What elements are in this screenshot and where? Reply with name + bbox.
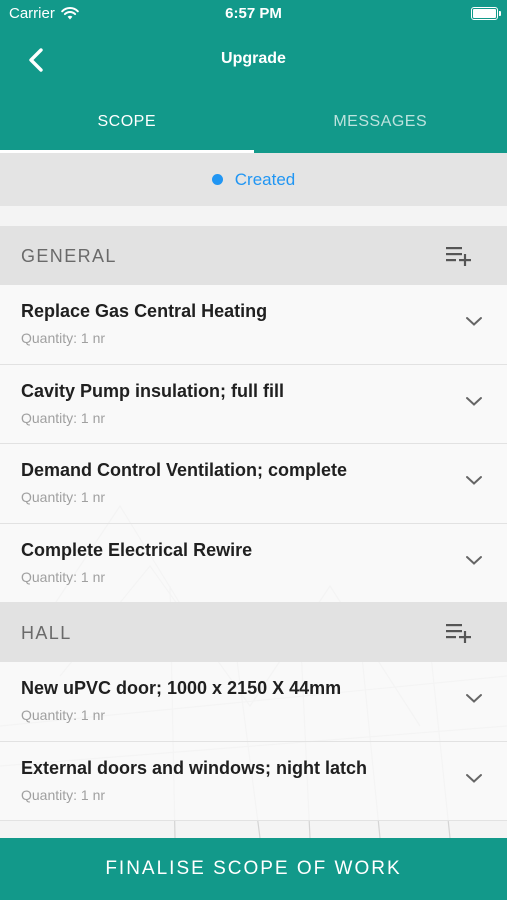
list-item[interactable]: New uPVC door; 1000 x 2150 X 44mm Quanti… [0,662,507,742]
item-title: Demand Control Ventilation; complete [21,460,348,480]
app-header: Carrier 6:57 PM Upgrade SCOPE MESSAGES [0,0,507,153]
status-label: Created [234,169,296,189]
list-item[interactable]: Demand Control Ventilation; complete Qua… [0,444,507,524]
section-header: GENERAL [0,226,507,285]
battery-icon [471,7,501,20]
playlist-add-icon[interactable] [445,622,473,644]
item-title: New uPVC door; 1000 x 2150 X 44mm [21,678,342,698]
status-bar: Carrier 6:57 PM [0,0,507,28]
tab-scope-label: SCOPE [97,113,156,130]
item-quantity: Quantity: 1 nr [21,409,106,426]
nav-bar: Upgrade [0,28,507,92]
list-item[interactable]: Replace Gas Central Heating Quantity: 1 … [0,285,507,365]
section-header: HALL [0,603,507,662]
scope-list: GENERAL Replace Gas Central Heating Quan… [0,226,507,821]
item-title: Complete Electrical Rewire [21,539,253,560]
clock: 6:57 PM [225,5,282,22]
chevron-down-icon[interactable] [465,395,483,407]
item-quantity: Quantity: 1 nr [21,330,106,346]
list-item[interactable]: External doors and windows; night latch … [0,741,507,821]
item-quantity: Quantity: 1 nr [21,568,106,585]
list-item[interactable]: Complete Electrical Rewire Quantity: 1 n… [0,523,507,603]
item-quantity: Quantity: 1 nr [21,707,106,723]
list-item[interactable]: Cavity Pump insulation; full fill Quanti… [0,364,507,444]
tab-messages[interactable]: MESSAGES [254,92,507,153]
item-title: Replace Gas Central Heating [21,301,268,321]
tab-messages-label: MESSAGES [333,113,428,130]
item-title: Cavity Pump insulation; full fill [21,380,285,401]
finalise-scope-label: FINALISE SCOPE OF WORK [105,858,402,879]
chevron-down-icon[interactable] [465,554,483,566]
chevron-down-icon[interactable] [465,315,483,327]
section-hall: HALL New uPVC door; 1000 x 2150 X 44mm Q… [0,603,507,821]
item-quantity: Quantity: 1 nr [21,786,106,803]
section-title: GENERAL [21,246,117,266]
item-title: External doors and windows; night latch [21,757,368,778]
finalise-scope-button[interactable]: FINALISE SCOPE OF WORK [0,838,507,900]
section-title: HALL [21,623,72,643]
section-general: GENERAL Replace Gas Central Heating Quan… [0,226,507,603]
tab-scope[interactable]: SCOPE [0,92,254,153]
chevron-down-icon[interactable] [465,692,483,704]
item-quantity: Quantity: 1 nr [21,489,106,505]
page-title: Upgrade [221,50,286,67]
scope-content[interactable]: GENERAL Replace Gas Central Heating Quan… [0,206,507,838]
status-banner: Created [0,153,507,206]
status-dot-icon [211,174,223,185]
playlist-add-icon[interactable] [445,245,473,267]
chevron-down-icon[interactable] [465,772,483,784]
tab-bar: SCOPE MESSAGES [0,92,507,153]
chevron-down-icon[interactable] [465,474,483,486]
